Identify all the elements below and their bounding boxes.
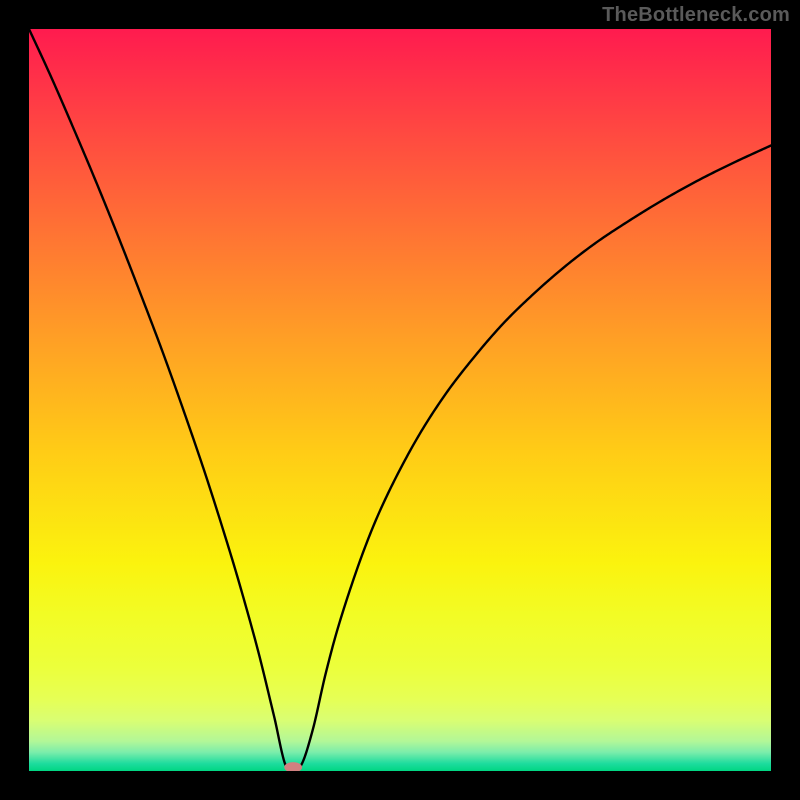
chart-plot-area <box>29 29 771 771</box>
attribution-text: TheBottleneck.com <box>602 4 790 27</box>
chart-frame: TheBottleneck.com <box>0 0 800 800</box>
gradient-background <box>29 29 771 771</box>
chart-svg <box>29 29 771 771</box>
